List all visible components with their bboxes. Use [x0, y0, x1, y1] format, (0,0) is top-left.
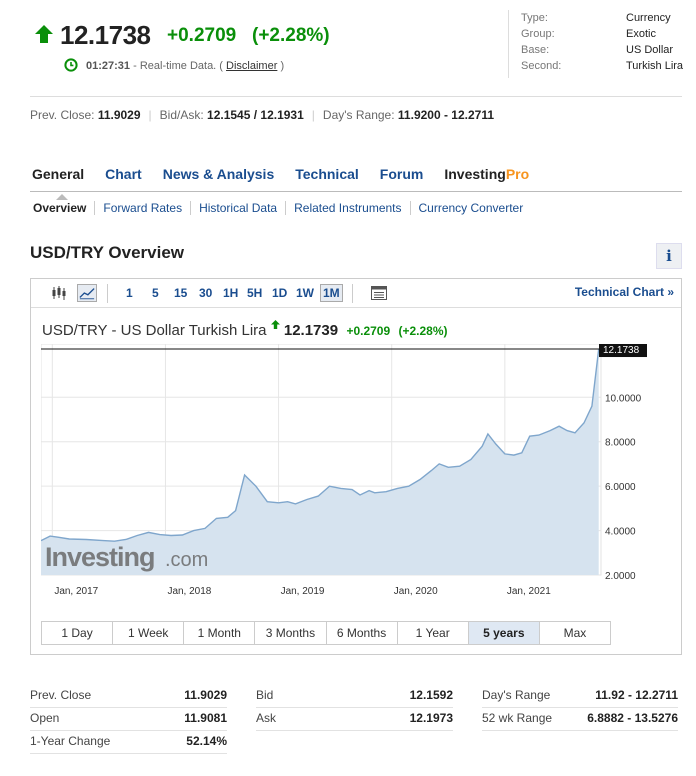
- sub-tabs: Overview Forward Rates Historical Data R…: [33, 201, 531, 215]
- x-tick-label: Jan, 2020: [394, 586, 438, 597]
- timeframe-1h[interactable]: 1H: [223, 286, 238, 300]
- tab-general[interactable]: General: [30, 166, 84, 200]
- timeframe-5h[interactable]: 5H: [247, 286, 262, 300]
- info-row-group: Group: Exotic: [521, 28, 656, 40]
- days-range-label: Day's Range:: [322, 108, 395, 122]
- days-range-value: 11.9200 - 12.2711: [397, 108, 495, 122]
- data-table-icon[interactable]: [369, 284, 389, 302]
- info-row-type: Type: Currency: [521, 12, 671, 24]
- range-5-years[interactable]: 5 years: [467, 622, 539, 644]
- range-1-year[interactable]: 1 Year: [396, 622, 468, 644]
- prev-close-label: Prev. Close:: [30, 108, 95, 122]
- price-change-percent: (+2.28%): [252, 25, 330, 46]
- x-tick-label: Jan, 2018: [167, 586, 211, 597]
- last-price-label: 12.1738: [603, 345, 640, 356]
- x-tick-label: Jan, 2019: [281, 586, 325, 597]
- investing-watermark: Investing: [45, 542, 155, 572]
- subtab-overview[interactable]: Overview: [33, 201, 94, 215]
- stat-row-52wk-range: 52 wk Range 6.8882 - 13.5276: [482, 708, 678, 731]
- bid-ask-label: Bid/Ask:: [159, 108, 204, 122]
- stat-row-bid: Bid 12.1592: [256, 685, 453, 708]
- x-tick-label: Jan, 2017: [54, 586, 98, 597]
- realtime-close-paren: ): [280, 60, 285, 72]
- chart-title: USD/TRY - US Dollar Turkish Lira 12.1739…: [42, 320, 448, 339]
- toolbar-separator: [352, 284, 353, 303]
- stat-row-1-year-change: 1-Year Change 52.14%: [30, 731, 227, 754]
- candlestick-icon[interactable]: [49, 284, 69, 302]
- subtab-currency-converter[interactable]: Currency Converter: [409, 201, 532, 215]
- tab-forum[interactable]: Forum: [378, 166, 424, 191]
- price-change: +0.2709: [167, 25, 237, 46]
- range-1-week[interactable]: 1 Week: [112, 622, 183, 644]
- tab-chart[interactable]: Chart: [103, 166, 142, 191]
- subtab-forward-rates[interactable]: Forward Rates: [94, 201, 190, 215]
- stat-row-days-range: Day's Range 11.92 - 12.2711: [482, 685, 678, 708]
- tab-news-analysis[interactable]: News & Analysis: [161, 166, 275, 191]
- range-1-day[interactable]: 1 Day: [42, 622, 112, 644]
- timeframe-1m[interactable]: 1M: [320, 284, 343, 302]
- chart-panel: 1 5 15 30 1H 5H 1D 1W 1M Technical Chart…: [30, 278, 682, 655]
- chart-instrument-name: USD/TRY - US Dollar Turkish Lira: [42, 322, 267, 339]
- range-max[interactable]: Max: [538, 622, 610, 644]
- realtime-status: 01:27:31 - Real-time Data. ( Disclaimer …: [86, 60, 284, 72]
- subtab-historical-data[interactable]: Historical Data: [190, 201, 285, 215]
- stat-row-ask: Ask 12.1973: [256, 708, 453, 731]
- price-up-arrow-icon: [35, 25, 53, 43]
- timeframe-15[interactable]: 15: [174, 286, 187, 300]
- chart-up-arrow-icon: [270, 320, 280, 329]
- stats-column-2: Bid 12.1592 Ask 12.1973: [256, 685, 453, 731]
- quote-time: 01:27:31: [86, 60, 131, 72]
- bid-ask-value: 12.1545 / 12.1931: [207, 108, 304, 122]
- range-6-months[interactable]: 6 Months: [325, 622, 397, 644]
- prev-close-value: 11.9029: [97, 108, 141, 122]
- clock-icon: [64, 58, 78, 72]
- timeframe-1[interactable]: 1: [126, 286, 133, 300]
- tab-investingpro[interactable]: InvestingPro: [442, 166, 529, 191]
- timeframe-30[interactable]: 30: [199, 286, 212, 300]
- summary-stats-line: Prev. Close: 11.9029 | Bid/Ask: 12.1545 / …: [30, 108, 495, 122]
- chart-change: +0.2709: [346, 324, 391, 338]
- timeframe-5[interactable]: 5: [152, 286, 159, 300]
- chart-change-percent: (+2.28%): [398, 324, 448, 338]
- y-tick-label: 10.0000: [605, 393, 642, 404]
- last-price: 12.1738: [60, 20, 151, 50]
- y-tick-label: 6.0000: [605, 482, 636, 493]
- x-tick-label: Jan, 2021: [507, 586, 551, 597]
- subtab-related-instruments[interactable]: Related Instruments: [285, 201, 409, 215]
- y-tick-label: 2.0000: [605, 571, 636, 582]
- info-row-base: Base: US Dollar: [521, 44, 674, 56]
- instrument-info-box: Type: Currency Group: Exotic Base: US Dolla…: [508, 10, 688, 78]
- timeframe-1d[interactable]: 1D: [272, 286, 287, 300]
- y-tick-label: 8.0000: [605, 438, 636, 449]
- toolbar-separator: [107, 284, 108, 303]
- technical-chart-link[interactable]: Technical Chart »: [575, 285, 674, 299]
- stats-column-3: Day's Range 11.92 - 12.2711 52 wk Range 6.…: [482, 685, 678, 731]
- timeframe-1w[interactable]: 1W: [296, 286, 314, 300]
- info-button[interactable]: i: [656, 243, 682, 269]
- chart-price: 12.1739: [283, 322, 339, 339]
- range-1-month[interactable]: 1 Month: [183, 622, 254, 644]
- realtime-text: - Real-time Data. (: [133, 60, 223, 72]
- chart-toolbar: 1 5 15 30 1H 5H 1D 1W 1M Technical Chart…: [31, 279, 681, 308]
- range-3-months[interactable]: 3 Months: [254, 622, 325, 644]
- main-tabs: General Chart News & Analysis Technical …: [30, 166, 682, 200]
- price-area-chart[interactable]: 12.1738 2.0000 4.0000 6.0000 8.0000 10.0000 Ja…: [41, 344, 681, 606]
- investing-watermark-suffix: .com: [165, 549, 208, 571]
- stat-row-open: Open 11.9081: [30, 708, 227, 731]
- info-row-second: Second: Turkish Lira: [521, 60, 684, 72]
- disclaimer-link[interactable]: Disclaimer: [226, 60, 277, 72]
- area-chart-icon[interactable]: [77, 284, 97, 302]
- tab-technical[interactable]: Technical: [293, 166, 359, 191]
- header-divider: [30, 96, 682, 97]
- stats-column-1: Prev. Close 11.9029 Open 11.9081 1-Year Ch…: [30, 685, 227, 754]
- range-selector: 1 Day 1 Week 1 Month 3 Months 6 Months 1…: [41, 621, 611, 645]
- y-tick-label: 4.0000: [605, 527, 636, 538]
- section-title: USD/TRY Overview: [30, 243, 185, 262]
- stat-row-prev-close: Prev. Close 11.9029: [30, 685, 227, 708]
